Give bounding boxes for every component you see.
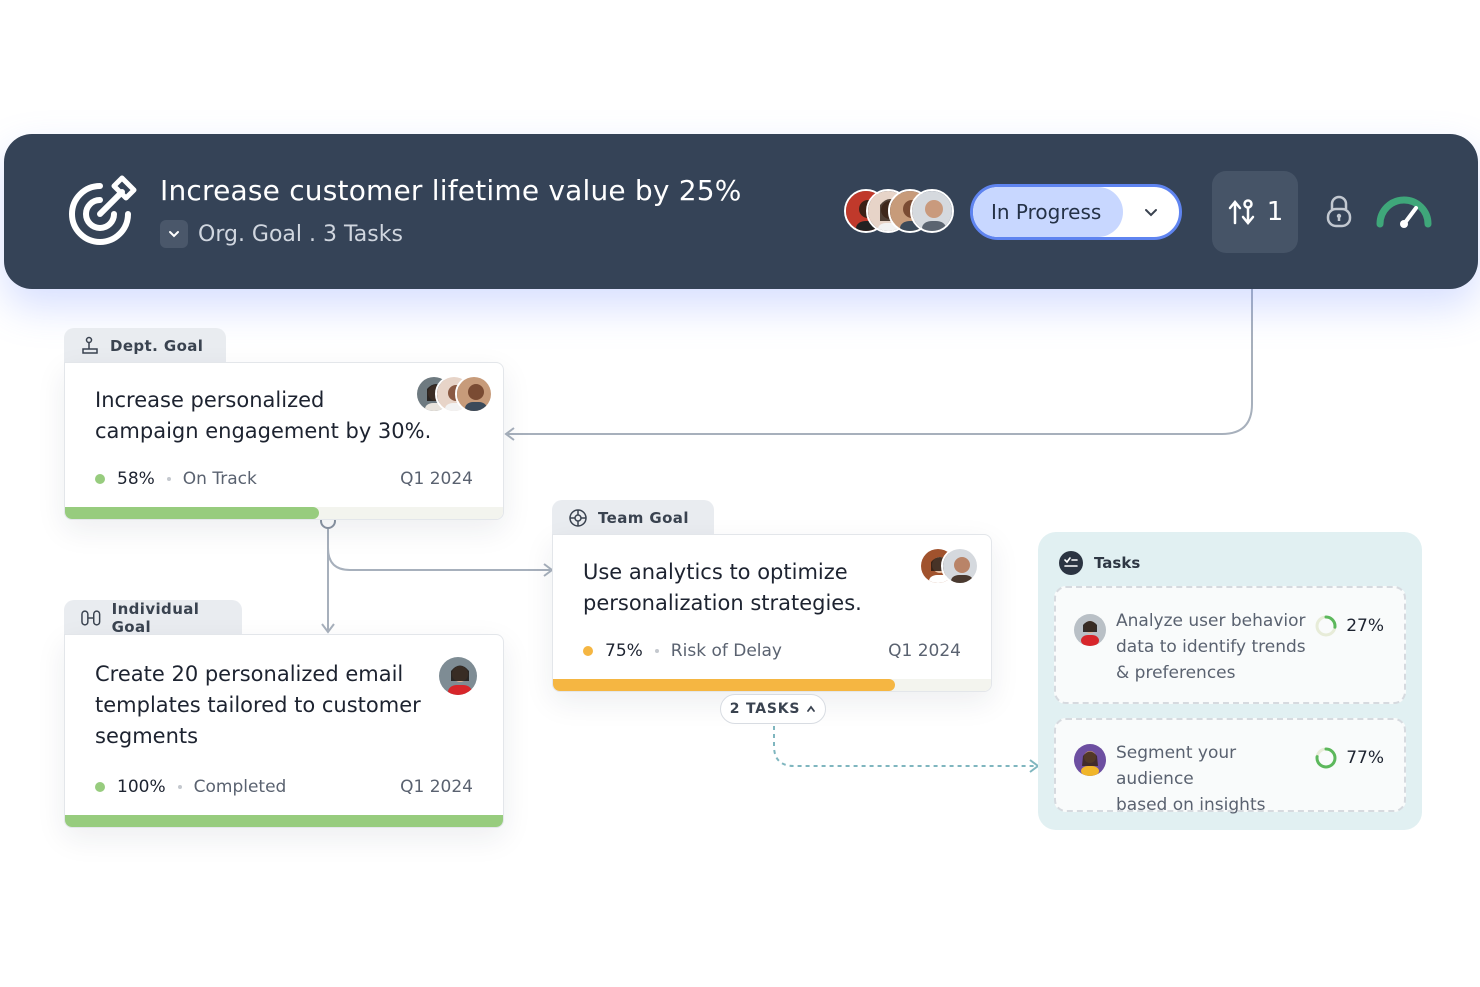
goal-status: On Track <box>182 469 257 489</box>
status-dot <box>583 646 593 656</box>
dependencies-count: 1 <box>1266 197 1284 227</box>
assignee-avatars[interactable] <box>844 189 954 235</box>
target-icon <box>69 175 137 245</box>
goal-percent: 58% <box>117 469 155 489</box>
progress-bar <box>65 815 503 827</box>
goal-quarter: Q1 2024 <box>400 469 473 489</box>
progress-bar <box>553 679 991 691</box>
tasks-panel: Tasks Analyze user behavior data to iden… <box>1038 532 1422 830</box>
org-goal-meta: Org. Goal . 3 Tasks <box>198 221 403 247</box>
task-percent: 77% <box>1346 748 1384 768</box>
avatar <box>1074 744 1106 776</box>
goal-status: Completed <box>193 777 287 797</box>
separator-dot <box>166 477 171 481</box>
title-line: Increase personalized <box>95 388 325 412</box>
avatar <box>910 189 954 233</box>
task-line: based on insights <box>1116 795 1266 815</box>
progress-ring-icon <box>1315 747 1337 769</box>
task-progress: 77% <box>1314 746 1384 770</box>
team-goal-card[interactable]: Use analytics to optimize personalizatio… <box>552 534 992 692</box>
goal-meta: 100% Completed <box>95 777 286 797</box>
card-title: Increase personalized campaign engagemen… <box>95 385 431 447</box>
tasks-title: Tasks <box>1094 554 1141 572</box>
assignee-avatars[interactable] <box>919 547 983 587</box>
title-line: Use analytics to optimize <box>583 560 848 584</box>
task-item[interactable]: Segment your audience based on insights … <box>1054 718 1406 815</box>
dependencies-button[interactable]: 1 <box>1212 171 1298 253</box>
org-goal-subtitle: Org. Goal . 3 Tasks <box>160 220 403 248</box>
tab-dept-goal: Dept. Goal <box>64 328 226 364</box>
goal-quarter: Q1 2024 <box>888 641 961 661</box>
task-list-icon <box>1059 551 1083 575</box>
title-line: personalization strategies. <box>583 591 862 615</box>
globe-icon <box>569 509 587 527</box>
separator-dot <box>177 785 182 789</box>
individual-goal-card[interactable]: Create 20 personalized email templates t… <box>64 634 504 828</box>
task-percent: 27% <box>1346 616 1384 636</box>
progress-bar <box>65 507 503 519</box>
card-title: Create 20 personalized email templates t… <box>95 659 421 752</box>
goal-meta: 75% Risk of Delay <box>583 641 782 661</box>
org-goal-header: Increase customer lifetime value by 25% … <box>4 134 1478 289</box>
joystick-icon <box>82 336 98 354</box>
task-line: data to identify trends <box>1116 637 1306 657</box>
lock-icon[interactable] <box>1322 194 1356 230</box>
goal-percent: 100% <box>117 777 166 797</box>
goal-status: Risk of Delay <box>670 641 782 661</box>
task-progress: 27% <box>1314 614 1384 638</box>
assignee-avatars[interactable] <box>437 655 481 697</box>
card-title: Use analytics to optimize personalizatio… <box>583 557 862 619</box>
org-goal-title: Increase customer lifetime value by 25% <box>160 174 742 207</box>
task-line: Analyze user behavior <box>1116 611 1306 631</box>
gauge-icon[interactable] <box>1374 192 1434 232</box>
avatar <box>455 375 493 413</box>
steps-icon <box>81 610 101 626</box>
separator-dot <box>654 649 659 653</box>
tab-label: Dept. Goal <box>110 337 204 355</box>
task-line: & preferences <box>1116 663 1236 683</box>
progress-ring-icon <box>1315 615 1337 637</box>
assignee-avatars[interactable] <box>415 375 495 415</box>
chevron-down-icon <box>169 231 179 238</box>
tab-individual-goal: Individual Goal <box>64 600 242 636</box>
progress-fill <box>65 507 320 519</box>
tab-label: Team Goal <box>598 509 689 527</box>
status-dot <box>95 782 105 792</box>
goal-percent: 75% <box>605 641 643 661</box>
task-item[interactable]: Analyze user behavior data to identify t… <box>1054 586 1406 704</box>
status-value: In Progress <box>973 187 1123 237</box>
tasks-header: Tasks <box>1058 550 1140 576</box>
chevron-down-icon <box>1145 209 1157 217</box>
avatar <box>1074 614 1106 646</box>
dependency-icon <box>1228 199 1254 225</box>
avatar <box>437 655 479 697</box>
task-line: Segment your audience <box>1116 743 1237 789</box>
tab-label: Individual Goal <box>111 600 200 636</box>
status-dropdown[interactable]: In Progress <box>970 184 1182 240</box>
avatar <box>941 547 979 585</box>
goal-meta: 58% On Track <box>95 469 257 489</box>
title-line: Create 20 personalized email <box>95 662 404 686</box>
status-dot <box>95 474 105 484</box>
title-line: templates tailored to customer <box>95 693 421 717</box>
tasks-toggle-button[interactable]: 2 TASKS <box>720 694 826 724</box>
goal-quarter: Q1 2024 <box>400 777 473 797</box>
task-text: Analyze user behavior data to identify t… <box>1116 608 1316 686</box>
title-line: campaign engagement by 30%. <box>95 419 432 443</box>
progress-fill <box>553 679 895 691</box>
tasks-toggle-label: 2 TASKS <box>729 701 801 717</box>
dept-goal-card[interactable]: Increase personalized campaign engagemen… <box>64 362 504 520</box>
progress-fill <box>65 815 503 827</box>
expand-toggle[interactable] <box>160 220 188 248</box>
chevron-up-icon <box>807 705 816 712</box>
title-line: segments <box>95 724 199 748</box>
tab-team-goal: Team Goal <box>552 500 714 536</box>
task-text: Segment your audience based on insights <box>1116 740 1316 818</box>
